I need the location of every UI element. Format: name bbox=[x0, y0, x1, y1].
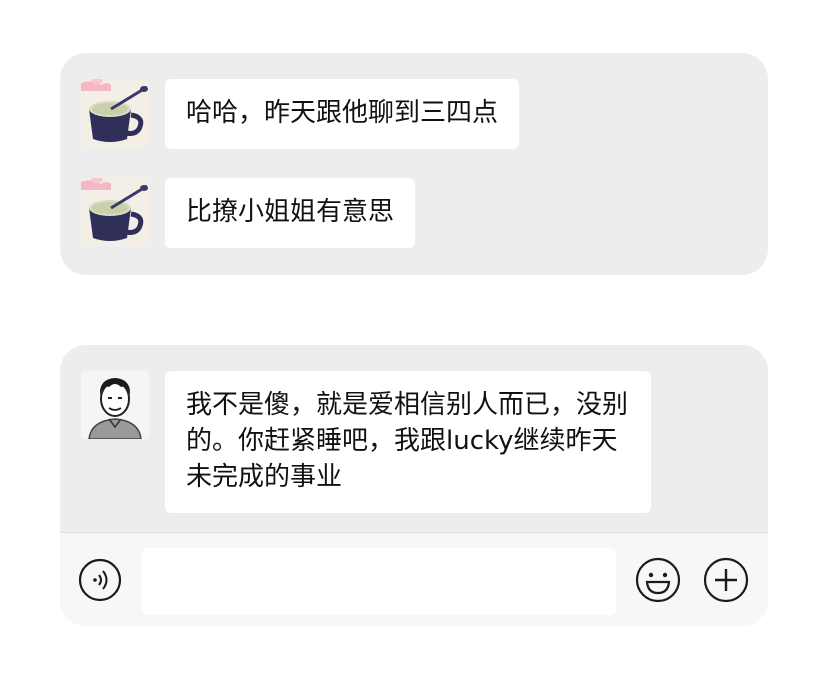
cartoon-boy-avatar[interactable] bbox=[81, 371, 149, 439]
emoji-icon bbox=[635, 557, 681, 603]
message-input[interactable] bbox=[142, 548, 616, 615]
message-bubble[interactable]: 我不是傻，就是爱相信别人而已，没别的。你赶紧睡吧，我跟lucky继续昨天未完成的… bbox=[165, 371, 651, 513]
emoji-button[interactable] bbox=[635, 557, 681, 603]
chat-card-bottom: 我不是傻，就是爱相信别人而已，没别的。你赶紧睡吧，我跟lucky继续昨天未完成的… bbox=[60, 345, 768, 626]
cartoon-boy-avatar-image bbox=[81, 371, 149, 439]
chat-input-bar bbox=[60, 532, 768, 626]
more-button[interactable] bbox=[703, 557, 749, 603]
tea-cup-avatar[interactable] bbox=[81, 79, 149, 147]
tea-cup-avatar[interactable] bbox=[81, 178, 149, 246]
plus-icon bbox=[703, 557, 749, 603]
message-bubble[interactable]: 比撩小姐姐有意思 bbox=[165, 178, 416, 248]
voice-icon bbox=[78, 558, 122, 602]
tea-cup-avatar-image bbox=[81, 79, 149, 147]
tea-cup-avatar-image bbox=[81, 178, 149, 246]
message-bubble[interactable]: 哈哈，昨天跟他聊到三四点 bbox=[165, 79, 520, 149]
voice-button[interactable] bbox=[78, 558, 122, 602]
message-row: 哈哈，昨天跟他聊到三四点 bbox=[81, 79, 520, 149]
message-row: 我不是傻，就是爱相信别人而已，没别的。你赶紧睡吧，我跟lucky继续昨天未完成的… bbox=[81, 371, 651, 513]
chat-card-top: 哈哈，昨天跟他聊到三四点 比撩小姐姐有意思 bbox=[60, 53, 768, 275]
message-row: 比撩小姐姐有意思 bbox=[81, 178, 416, 248]
